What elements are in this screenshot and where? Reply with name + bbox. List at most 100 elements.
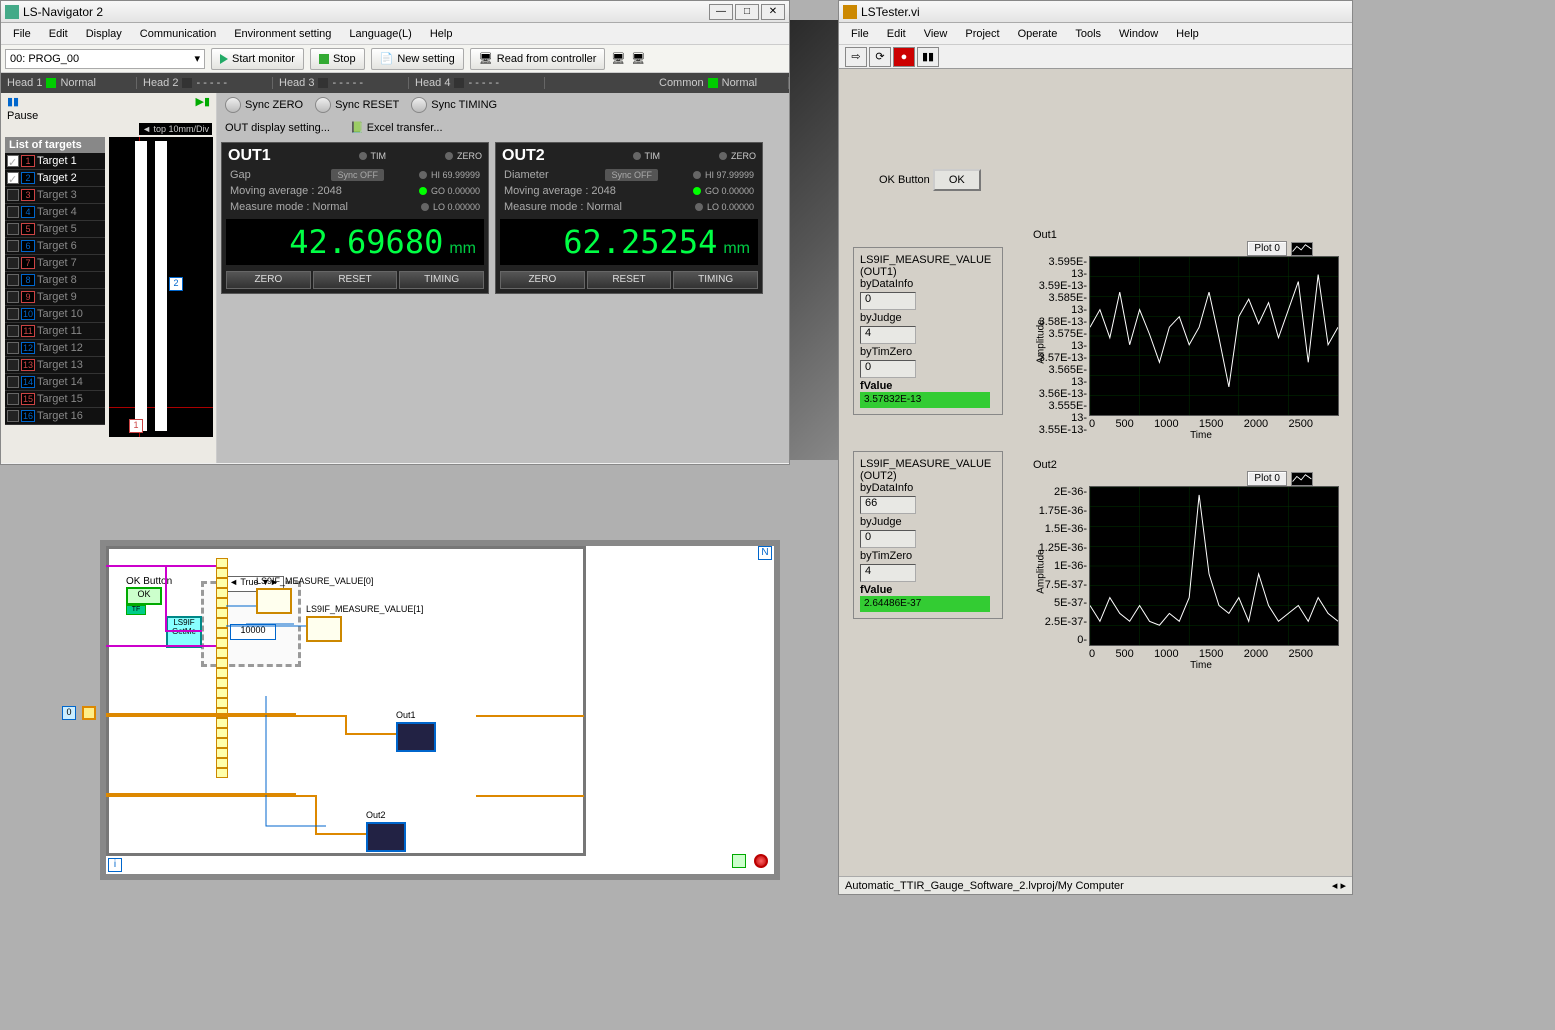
lv-menu-file[interactable]: File [843, 26, 877, 42]
target-row[interactable]: 11Target 11 [5, 323, 105, 340]
plot-legend[interactable]: Plot 0 [1247, 241, 1287, 256]
target-row[interactable]: 4Target 4 [5, 204, 105, 221]
sync-off[interactable]: Sync OFF [331, 169, 384, 181]
out-zero-button[interactable]: ZERO [226, 271, 311, 289]
lv-menu-view[interactable]: View [916, 26, 956, 42]
lv-menu-project[interactable]: Project [957, 26, 1007, 42]
pause-icon[interactable]: ▮▮ [7, 95, 19, 108]
target-checkbox[interactable] [7, 206, 19, 218]
plot-canvas[interactable] [1089, 486, 1339, 646]
target-row[interactable]: ✓1Target 1 [5, 153, 105, 170]
excel-transfer-link[interactable]: 📗 Excel transfer... [350, 121, 443, 134]
target-checkbox[interactable] [7, 410, 19, 422]
abort-button[interactable]: ● [893, 47, 915, 67]
plot-canvas[interactable] [1089, 256, 1339, 416]
out-timing-button[interactable]: TIMING [399, 271, 484, 289]
marker-1[interactable]: 1 [129, 419, 143, 433]
tool-icon-2[interactable]: 🖥 [631, 52, 645, 65]
target-row[interactable]: 5Target 5 [5, 221, 105, 238]
head-4: Head 4- - - - - [409, 77, 545, 89]
target-checkbox[interactable] [7, 189, 19, 201]
target-row[interactable]: 6Target 6 [5, 238, 105, 255]
out-reset-button[interactable]: RESET [313, 271, 398, 289]
ok-button[interactable]: OK [933, 169, 981, 191]
lsnav-titlebar[interactable]: LS-Navigator 2 — □ ✕ [1, 1, 789, 23]
menu-env[interactable]: Environment setting [226, 26, 339, 42]
byjudge-field[interactable]: 0 [860, 530, 916, 548]
target-row[interactable]: 8Target 8 [5, 272, 105, 289]
stop-button[interactable]: Stop [310, 48, 365, 70]
tool-icon-1[interactable]: 🖥 [611, 52, 625, 65]
lv-menu-window[interactable]: Window [1111, 26, 1166, 42]
bytimzero-field[interactable]: 4 [860, 564, 916, 582]
fvalue-field[interactable]: 2.64486E-37 [860, 596, 990, 612]
program-select[interactable]: 00: PROG_00▾ [5, 49, 205, 69]
head-common: CommonNormal [653, 77, 789, 89]
target-row[interactable]: 10Target 10 [5, 306, 105, 323]
target-row[interactable]: 13Target 13 [5, 357, 105, 374]
target-label: Target 2 [37, 172, 77, 184]
run-button[interactable]: ⇨ [845, 47, 867, 67]
bool-terminal: TF [126, 605, 146, 615]
sync-off[interactable]: Sync OFF [605, 169, 658, 181]
plot-legend[interactable]: Plot 0 [1247, 471, 1287, 486]
out-reset-button[interactable]: RESET [587, 271, 672, 289]
pause-button[interactable]: ▮▮ [917, 47, 939, 67]
trace-icon[interactable] [1291, 472, 1313, 486]
target-checkbox[interactable] [7, 393, 19, 405]
maximize-button[interactable]: □ [735, 4, 759, 20]
target-checkbox[interactable] [7, 359, 19, 371]
target-label: Target 6 [37, 240, 77, 252]
sync-reset-button[interactable]: Sync RESET [315, 97, 399, 113]
menu-display[interactable]: Display [78, 26, 130, 42]
menu-lang[interactable]: Language(L) [341, 26, 419, 42]
target-checkbox[interactable] [7, 325, 19, 337]
run-cont-button[interactable]: ⟳ [869, 47, 891, 67]
out-zero-button[interactable]: ZERO [500, 271, 585, 289]
target-row[interactable]: 16Target 16 [5, 408, 105, 425]
sync-timing-button[interactable]: Sync TIMING [411, 97, 497, 113]
target-checkbox[interactable] [7, 257, 19, 269]
menu-file[interactable]: File [5, 26, 39, 42]
lv-menu-help[interactable]: Help [1168, 26, 1207, 42]
profile-chart: 2 1 [109, 137, 213, 437]
target-checkbox[interactable] [7, 342, 19, 354]
lv-menu-edit[interactable]: Edit [879, 26, 914, 42]
minimize-button[interactable]: — [709, 4, 733, 20]
target-checkbox[interactable] [7, 376, 19, 388]
menu-communication[interactable]: Communication [132, 26, 224, 42]
target-row[interactable]: 7Target 7 [5, 255, 105, 272]
target-row[interactable]: 3Target 3 [5, 187, 105, 204]
trace-icon[interactable] [1291, 242, 1313, 256]
target-checkbox[interactable] [7, 274, 19, 286]
target-row[interactable]: ✓2Target 2 [5, 170, 105, 187]
lv-menu-operate[interactable]: Operate [1010, 26, 1066, 42]
out-display-setting-link[interactable]: OUT display setting... [225, 122, 330, 134]
target-row[interactable]: 9Target 9 [5, 289, 105, 306]
byjudge-field[interactable]: 4 [860, 326, 916, 344]
bydatainfo-field[interactable]: 0 [860, 292, 916, 310]
fvalue-field[interactable]: 3.57832E-13 [860, 392, 990, 408]
read-controller-button[interactable]: 🖥Read from controller [470, 48, 606, 70]
target-row[interactable]: 12Target 12 [5, 340, 105, 357]
target-checkbox[interactable]: ✓ [7, 172, 19, 184]
sync-zero-button[interactable]: Sync ZERO [225, 97, 303, 113]
target-checkbox[interactable] [7, 308, 19, 320]
start-monitor-button[interactable]: Start monitor [211, 48, 304, 70]
menu-help[interactable]: Help [422, 26, 461, 42]
lv-menu-tools[interactable]: Tools [1067, 26, 1109, 42]
marker-2[interactable]: 2 [169, 277, 183, 291]
bydatainfo-field[interactable]: 66 [860, 496, 916, 514]
target-checkbox[interactable] [7, 223, 19, 235]
bytimzero-field[interactable]: 0 [860, 360, 916, 378]
target-checkbox[interactable] [7, 240, 19, 252]
new-setting-button[interactable]: 📄New setting [371, 48, 464, 70]
out-timing-button[interactable]: TIMING [673, 271, 758, 289]
target-row[interactable]: 14Target 14 [5, 374, 105, 391]
target-checkbox[interactable] [7, 291, 19, 303]
close-button[interactable]: ✕ [761, 4, 785, 20]
target-row[interactable]: 15Target 15 [5, 391, 105, 408]
lstester-titlebar[interactable]: LSTester.vi [839, 1, 1352, 23]
menu-edit[interactable]: Edit [41, 26, 76, 42]
target-checkbox[interactable]: ✓ [7, 155, 19, 167]
